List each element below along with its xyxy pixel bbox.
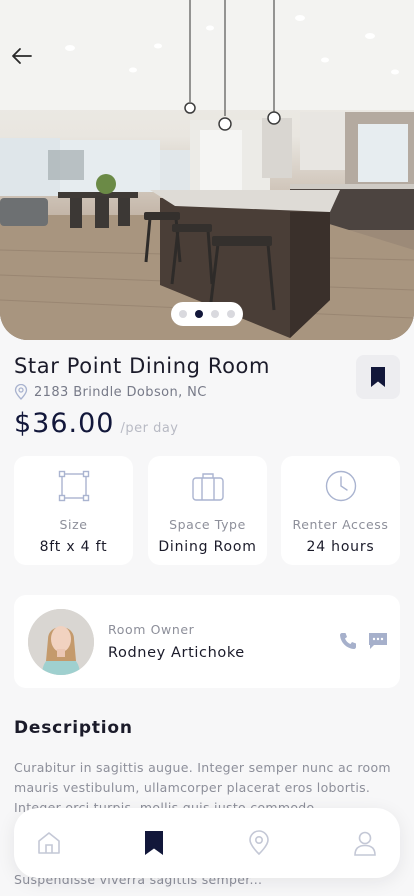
nav-bookmarks[interactable] (140, 829, 168, 857)
address-text: 2183 Brindle Dobson, NC (34, 384, 207, 400)
save-bookmark-button[interactable] (356, 355, 400, 399)
owner-photo (28, 609, 94, 675)
price-row: $36.00 /per day (14, 408, 179, 439)
arrow-left-icon (12, 48, 32, 64)
feature-card-space-type: Space Type Dining Room (148, 456, 267, 565)
nav-profile[interactable] (351, 829, 379, 857)
location-pin-icon (14, 384, 28, 400)
chat-icon (369, 633, 387, 649)
profile-icon (354, 831, 376, 856)
owner-role: Room Owner (108, 622, 195, 637)
nav-home[interactable] (35, 829, 63, 857)
home-icon (38, 832, 60, 854)
owner-card: Room Owner Rodney Artichoke (14, 595, 400, 688)
nav-location[interactable] (245, 829, 273, 857)
location-icon (249, 830, 269, 856)
back-button[interactable] (10, 44, 38, 72)
size-icon (58, 470, 89, 502)
feature-value: 8ft x 4 ft (39, 539, 108, 555)
description-text: Curabitur in sagittis augue. Integer sem… (14, 760, 391, 812)
carousel-dot-active[interactable] (195, 310, 203, 318)
briefcase-icon (191, 473, 224, 501)
call-button[interactable] (338, 631, 358, 651)
feature-card-size: Size 8ft x 4 ft (14, 456, 133, 565)
price-amount: $36.00 (14, 408, 115, 439)
avatar[interactable] (28, 609, 94, 675)
feature-value: 24 hours (306, 539, 375, 555)
feature-card-renter-access: Renter Access 24 hours (281, 456, 400, 565)
carousel-dot[interactable] (179, 310, 187, 318)
feature-label: Space Type (169, 517, 246, 532)
feature-label: Size (59, 517, 88, 532)
price-unit: /per day (120, 421, 179, 436)
carousel-indicator (171, 302, 243, 326)
description-heading: Description (14, 718, 133, 738)
bookmark-icon (371, 367, 385, 387)
feature-value: Dining Room (158, 539, 257, 555)
listing-address: 2183 Brindle Dobson, NC (14, 384, 207, 400)
kitchen-photo (0, 0, 414, 340)
clock-icon (325, 470, 356, 502)
feature-label: Renter Access (292, 517, 389, 532)
carousel-dot[interactable] (211, 310, 219, 318)
hero-image (0, 0, 414, 340)
carousel-dot[interactable] (227, 310, 235, 318)
message-button[interactable] (367, 630, 389, 652)
phone-icon (340, 633, 356, 649)
bookmark-icon (145, 831, 163, 855)
bottom-nav (14, 808, 400, 878)
listing-title: Star Point Dining Room (14, 354, 271, 378)
owner-name: Rodney Artichoke (108, 645, 245, 661)
